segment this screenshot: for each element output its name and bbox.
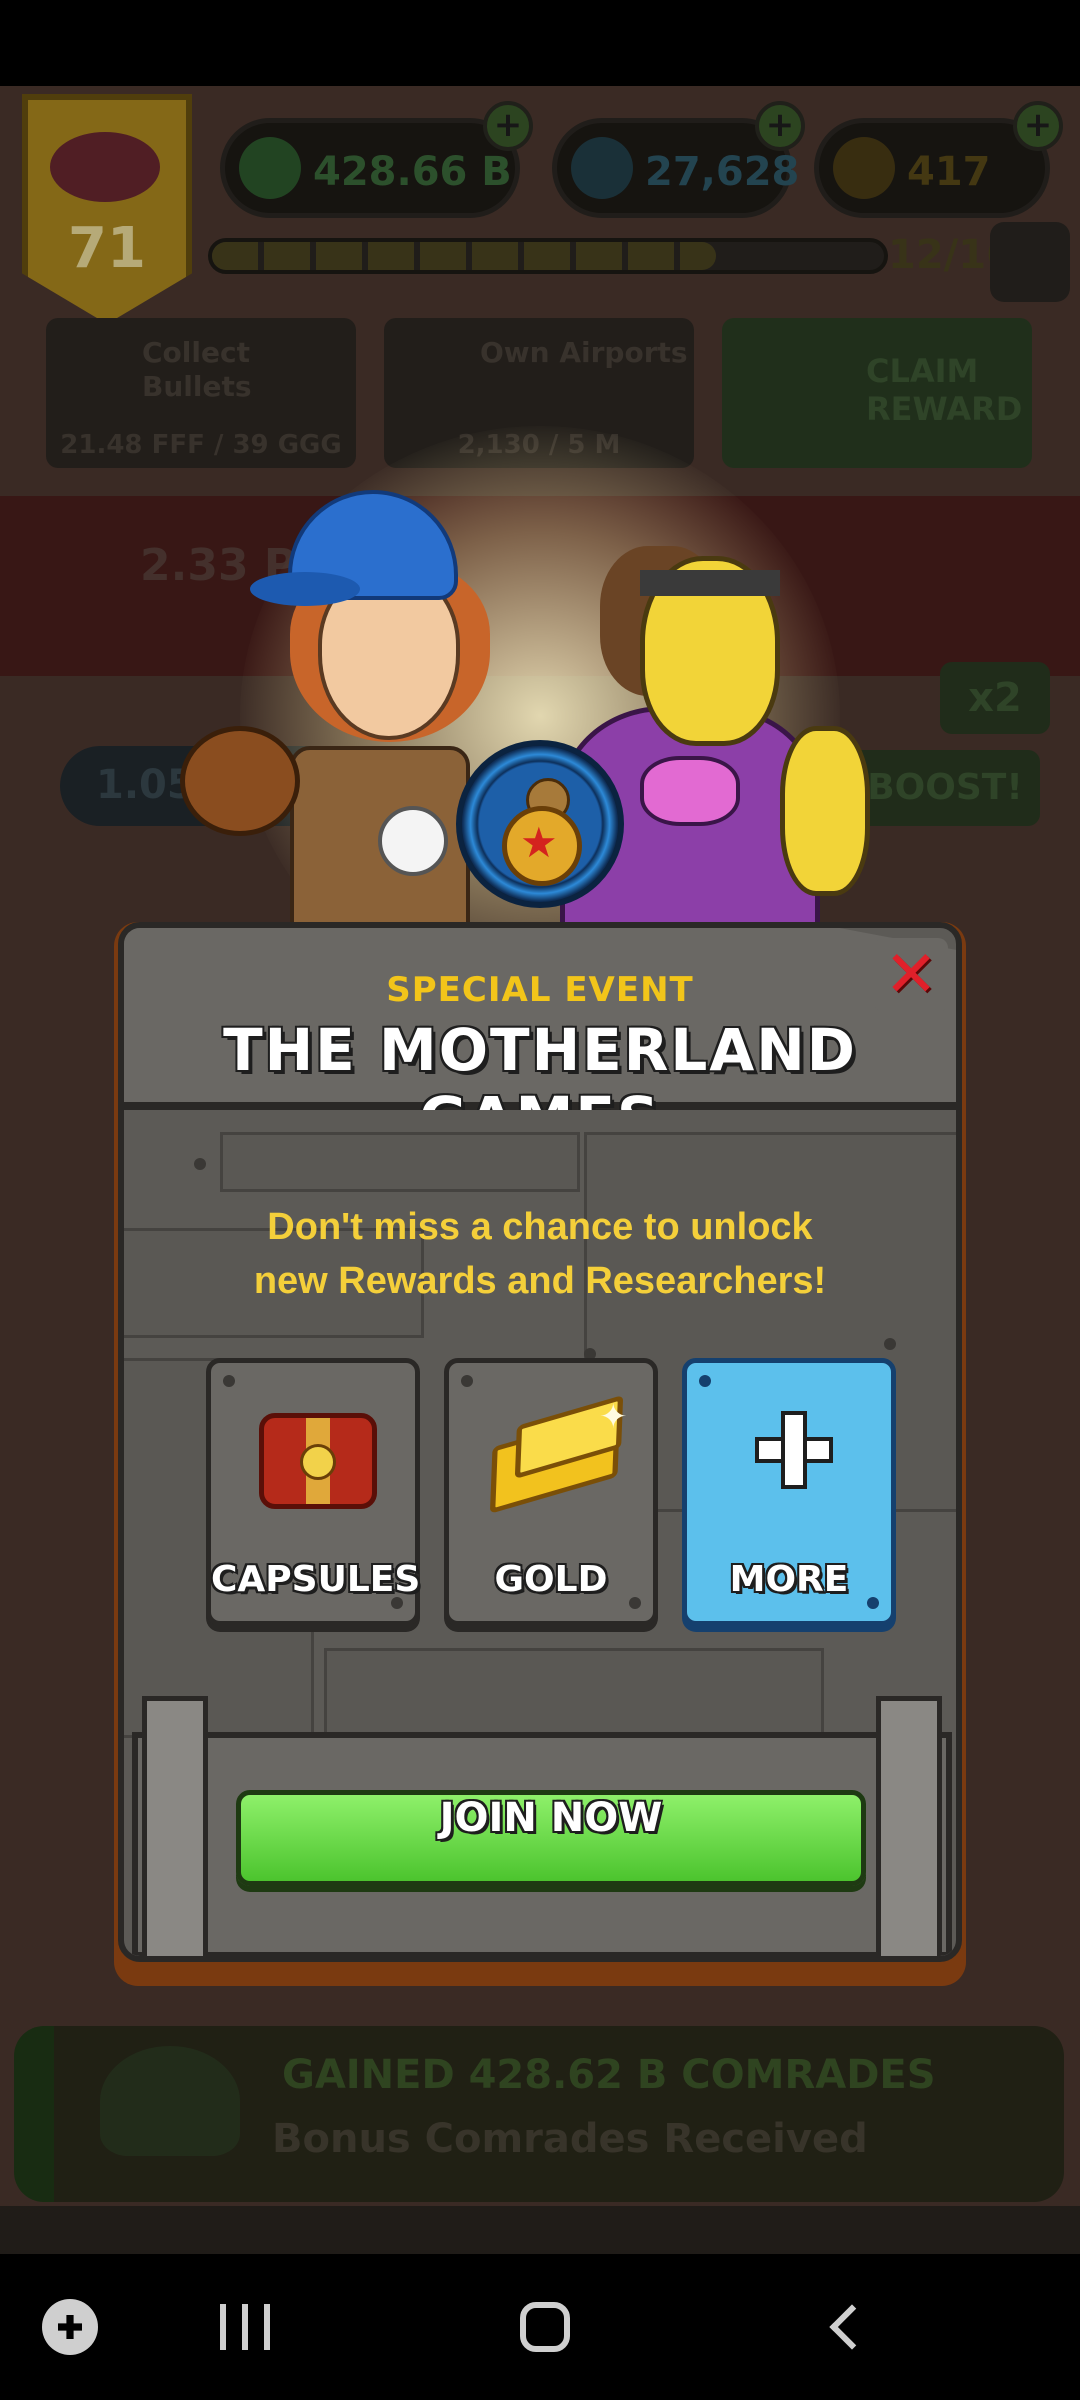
task-title: Collect Bullets [142,336,252,403]
join-now-button[interactable]: JOIN NOW [236,1790,866,1886]
event-label: SPECIAL EVENT [386,970,694,1010]
hero-headband [640,570,780,596]
sparkle-icon: ✦ [599,1397,628,1437]
game-launcher-icon [42,2299,98,2355]
reward-tile-capsules[interactable]: CAPSULES [206,1358,420,1626]
medal-icon: ★ [456,740,624,908]
game-launcher-button[interactable] [20,2254,120,2400]
gain-subtitle: Bonus Comrades Received [272,2116,868,2162]
rank-level: 71 [68,216,146,281]
add-comrades-button[interactable]: + [483,101,533,151]
add-science-button[interactable]: + [755,101,805,151]
task-progress: 21.48 FFF / 39 GGG [60,430,342,460]
comrades-value: 428.66 B [313,149,512,195]
home-icon [520,2302,570,2352]
footer-pillar [142,1696,208,1956]
comrade-cap-icon [239,137,301,199]
bolt [884,1338,896,1350]
bolt [699,1375,711,1387]
recents-icon [220,2304,270,2350]
task-title: Own Airports [480,336,688,369]
bolt [194,1158,206,1170]
reward-tile-more[interactable]: MORE [682,1358,896,1626]
claim-reward-label: CLAIM REWARD [866,352,1023,428]
bottom-tab-strip [0,2206,1080,2254]
star-icon: ★ [520,818,558,867]
status-bar [0,0,1080,86]
tickets-value: 417 [907,149,991,195]
baseball-mitt-icon [180,726,300,836]
event-modal: SPECIAL EVENT THE MOTHERLAND GAMES Don't… [114,922,966,1986]
rank-shield[interactable] [22,94,192,324]
capsule-seal [300,1444,336,1480]
recents-button[interactable] [190,2254,300,2400]
hero-arm [780,726,870,896]
boost-button[interactable]: BOOST! [850,750,1040,826]
baseball-icon [378,806,448,876]
tile-label: GOLD [494,1559,608,1600]
bolt [223,1375,235,1387]
modal-header: SPECIAL EVENT THE MOTHERLAND GAMES [124,928,956,1110]
hero-chest-emblem [640,756,740,826]
claim-reward-button[interactable]: CLAIM REWARD [722,318,1032,468]
plus-icon [755,1411,833,1489]
description-line-2: new Rewards and Researchers! [253,1260,827,1302]
android-nav-bar [0,2254,1080,2400]
bolt [461,1375,473,1387]
close-button[interactable]: ✕ [874,938,948,1012]
event-description: Don't miss a chance to unlock new Reward… [124,1200,956,1308]
plus-vertical [781,1411,807,1489]
science-counter[interactable]: 27,628 + [552,101,805,218]
x2-badge[interactable]: x2 [940,662,1050,734]
back-button[interactable] [790,2254,900,2400]
add-tickets-button[interactable]: + [1013,101,1063,151]
ticket-icon [833,137,895,199]
menu-button[interactable] [990,222,1070,302]
modal-body: SPECIAL EVENT THE MOTHERLAND GAMES Don't… [118,922,962,1962]
comrade-cap-icon [100,2046,240,2156]
stone-slab [220,1132,580,1192]
tile-label: MORE [729,1559,849,1600]
task-card-collect-bullets[interactable]: Collect Bullets 21.48 FFF / 39 GGG [46,318,356,468]
capsule-icon [259,1413,377,1509]
tickets-counter[interactable]: 417 + [814,101,1063,218]
close-icon: ✕ [884,938,938,1012]
gain-title: GAINED 428.62 B COMRADES [282,2052,936,2098]
home-button[interactable] [490,2254,600,2400]
rank-progress-bar [208,238,888,274]
rank-progress-fill [212,242,716,270]
wings-icon [50,132,160,202]
footer-pillar [876,1696,942,1956]
science-value: 27,628 [645,149,800,195]
description-line-1: Don't miss a chance to unlock [267,1206,813,1248]
game-screen: 71 428.66 B + 27,628 + 417 + 12/16 Colle… [0,86,1080,2254]
catcher-cap-brim [250,572,360,606]
back-icon [829,2304,875,2350]
reward-tile-gold[interactable]: ✦ GOLD [444,1358,658,1626]
comrades-counter[interactable]: 428.66 B + [220,101,533,218]
flask-icon [571,137,633,199]
tile-label: CAPSULES [211,1559,421,1600]
